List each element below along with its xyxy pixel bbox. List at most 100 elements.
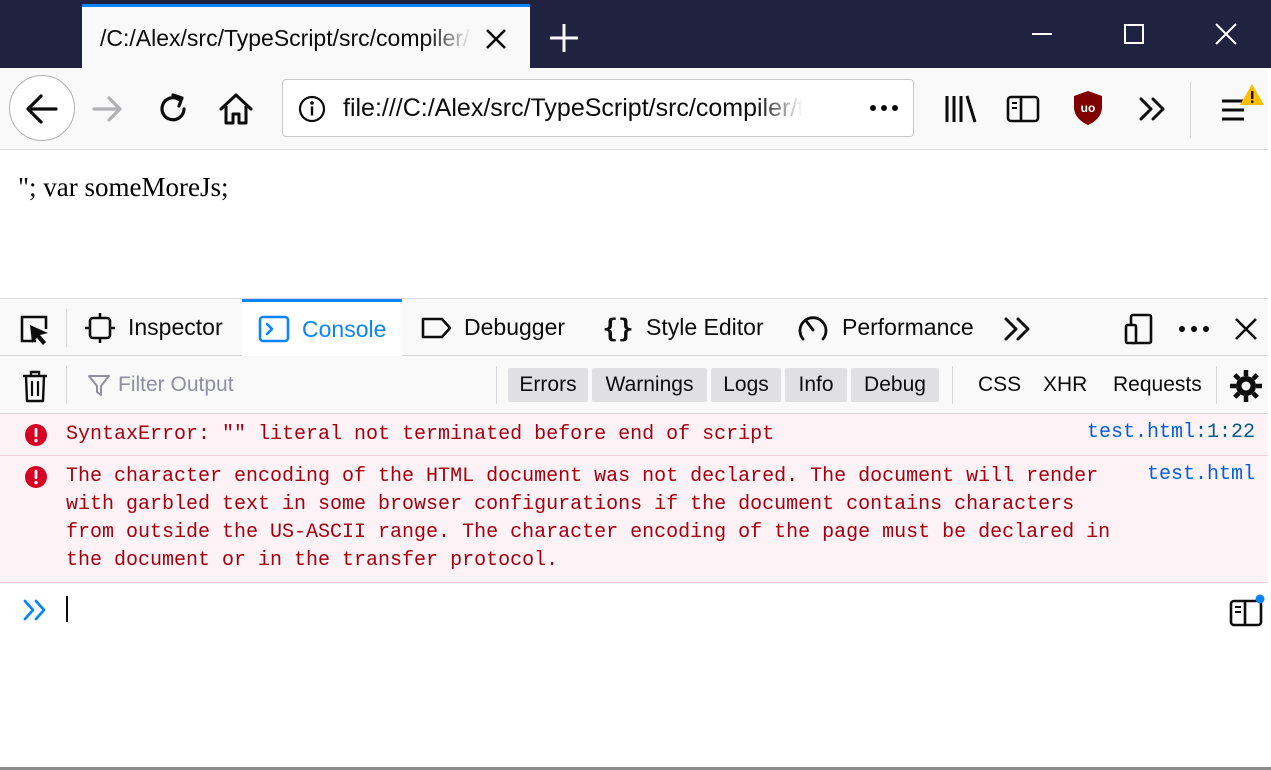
maximize-icon [1124, 24, 1144, 44]
browser-tab[interactable]: /C:/Alex/src/TypeScript/src/compiler/tes… [82, 4, 530, 68]
chevron-double-right-icon [1139, 97, 1165, 121]
app-menu-button[interactable] [1212, 82, 1268, 137]
element-picker-icon [20, 315, 48, 345]
message-line: The character encoding of the HTML docum… [66, 465, 1099, 488]
minimize-button[interactable] [1024, 16, 1060, 52]
page-body-text: "; var someMoreJs; [18, 172, 229, 202]
plus-icon [550, 24, 578, 52]
home-icon [219, 93, 253, 125]
navigation-toolbar: file:///C:/Alex/src/TypeScript/src/compi… [0, 68, 1271, 150]
toolbar-divider [66, 366, 67, 404]
inspector-icon [85, 312, 115, 343]
url-bar[interactable]: file:///C:/Alex/src/TypeScript/src/compi… [282, 79, 914, 137]
clear-console-button[interactable] [18, 368, 52, 409]
tab-close-button[interactable] [482, 25, 510, 53]
chevron-double-right-icon [1004, 317, 1030, 341]
tab-title: /C:/Alex/src/TypeScript/src/compiler/tes… [100, 25, 472, 51]
console-filter-bar: Filter Output Errors Warnings Logs Info … [0, 356, 1271, 414]
filter-placeholder: Filter Output [118, 373, 234, 396]
tab-inspector[interactable]: Inspector [84, 299, 223, 356]
toolbar-separator [1190, 82, 1191, 138]
overflow-menu-button[interactable] [1134, 90, 1172, 133]
page-actions-button[interactable] [867, 96, 901, 125]
editor-mode-toggle[interactable] [1228, 593, 1268, 634]
ublock-shield-icon: uo [1074, 91, 1102, 125]
close-icon [486, 29, 506, 49]
responsive-design-icon [1124, 313, 1153, 345]
url-input[interactable]: file:///C:/Alex/src/TypeScript/src/compi… [343, 94, 803, 123]
new-tab-button[interactable] [546, 20, 582, 56]
message-source-link[interactable]: test.html [1147, 463, 1255, 486]
reload-button[interactable] [153, 89, 193, 134]
tab-debugger[interactable]: Debugger [420, 299, 565, 356]
toolbar-divider [952, 366, 953, 404]
more-dots-icon [870, 105, 898, 111]
message-line: from outside the US-ASCII range. The cha… [66, 521, 1111, 544]
more-dots-icon [1179, 326, 1209, 332]
message-line: with garbled text in some browser config… [66, 493, 1075, 516]
maximize-button[interactable] [1116, 16, 1152, 52]
filter-css-button[interactable]: CSS [978, 373, 1021, 397]
close-icon [1215, 23, 1237, 45]
console-settings-button[interactable] [1228, 368, 1264, 409]
library-icon [945, 95, 977, 123]
error-icon [25, 424, 47, 446]
toolbar-divider [66, 309, 67, 347]
filter-requests-button[interactable]: Requests [1113, 373, 1202, 397]
prompt-chevron-icon [23, 599, 46, 621]
message-text: SyntaxError: "" literal not terminated b… [66, 423, 775, 446]
reload-icon [160, 93, 186, 122]
toolbar-divider [496, 366, 497, 404]
filter-logs-button[interactable]: Logs [711, 368, 781, 402]
tab-label: Debugger [464, 314, 566, 340]
filter-xhr-button[interactable]: XHR [1043, 373, 1087, 397]
devtools-close-button[interactable] [1228, 311, 1264, 352]
devtools-options-button[interactable] [1174, 311, 1214, 352]
site-info-button[interactable] [297, 94, 327, 129]
more-tools-button[interactable] [1000, 311, 1036, 352]
text-caret [66, 596, 68, 622]
tab-label: Performance [842, 314, 974, 340]
error-icon [25, 466, 47, 488]
filter-info-button[interactable]: Info [785, 368, 847, 402]
debugger-icon [421, 317, 452, 338]
home-button[interactable] [216, 89, 256, 134]
style-editor-icon: {} [602, 314, 633, 344]
back-arrow-icon [26, 94, 58, 124]
filter-warnings-button[interactable]: Warnings [592, 368, 707, 402]
source-file: test.html [1086, 421, 1195, 444]
back-button[interactable] [9, 75, 75, 141]
minimize-icon [1032, 33, 1052, 35]
svg-text:{}: {} [602, 314, 633, 344]
sidebar-icon [1006, 95, 1040, 123]
console-message-error: SyntaxError: "" literal not terminated b… [0, 414, 1271, 456]
forward-arrow-icon [92, 96, 122, 122]
tab-console[interactable]: Console [242, 299, 402, 356]
responsive-design-button[interactable] [1122, 311, 1158, 352]
filter-errors-button[interactable]: Errors [508, 368, 588, 402]
tab-style-editor[interactable]: {} Style Editor [602, 299, 764, 356]
library-button[interactable] [942, 90, 980, 133]
svg-text:uo: uo [1081, 101, 1096, 115]
window-close-button[interactable] [1208, 16, 1244, 52]
message-line: the document or in the transfer protocol… [66, 549, 559, 572]
filter-debug-button[interactable]: Debug [851, 368, 939, 402]
sidebar-button[interactable] [1004, 90, 1042, 133]
tab-performance[interactable]: Performance [796, 299, 974, 356]
element-picker-button[interactable] [16, 311, 52, 352]
forward-button[interactable] [88, 89, 128, 134]
filter-output-input[interactable]: Filter Output [86, 372, 234, 398]
title-bar: /C:/Alex/src/TypeScript/src/compiler/tes… [0, 0, 1271, 68]
console-message-error: The character encoding of the HTML docum… [0, 456, 1271, 583]
split-editor-icon [1229, 594, 1265, 627]
console-icon [258, 315, 290, 343]
toolbar-divider [1216, 366, 1217, 404]
ublock-button[interactable]: uo [1070, 88, 1106, 133]
hamburger-menu-icon [1222, 84, 1264, 121]
message-text: The character encoding of the HTML docum… [66, 463, 1110, 575]
console-input[interactable] [0, 583, 1271, 770]
info-icon [298, 95, 326, 123]
close-icon [1235, 318, 1257, 340]
tab-label: Style Editor [646, 314, 764, 340]
message-source-link[interactable]: test.html:1:22 [1087, 421, 1255, 444]
